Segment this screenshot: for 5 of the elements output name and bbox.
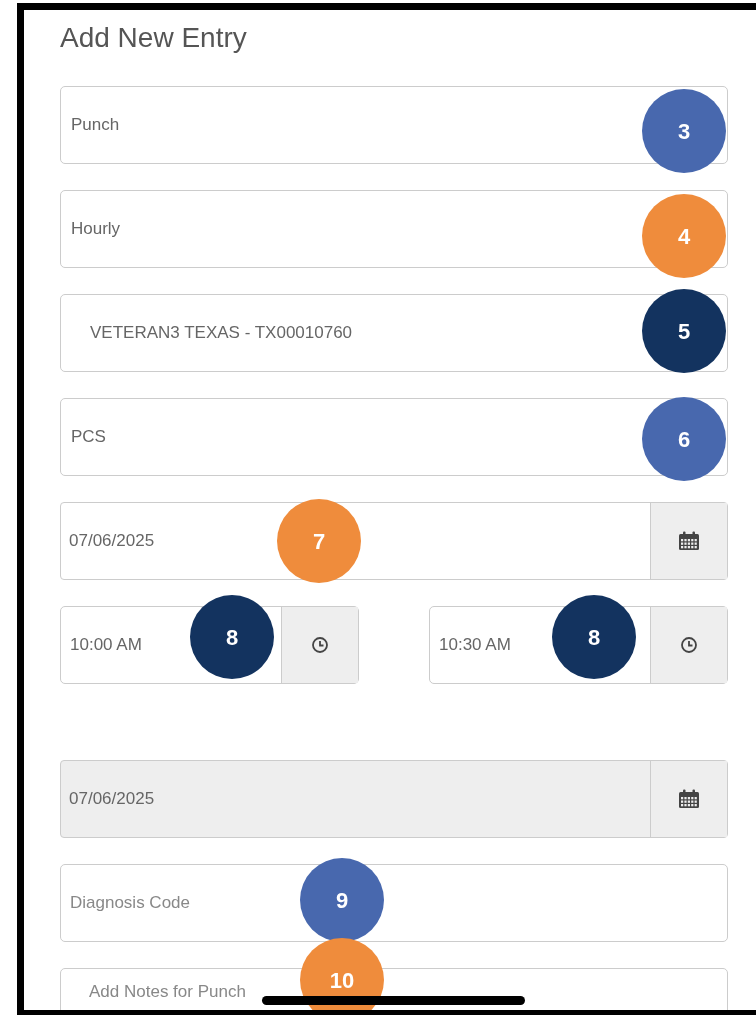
page-title: Add New Entry — [60, 21, 248, 55]
calendar-icon — [677, 789, 701, 809]
clock-icon — [680, 636, 698, 654]
clock-icon — [311, 636, 329, 654]
calendar-icon — [677, 531, 701, 551]
